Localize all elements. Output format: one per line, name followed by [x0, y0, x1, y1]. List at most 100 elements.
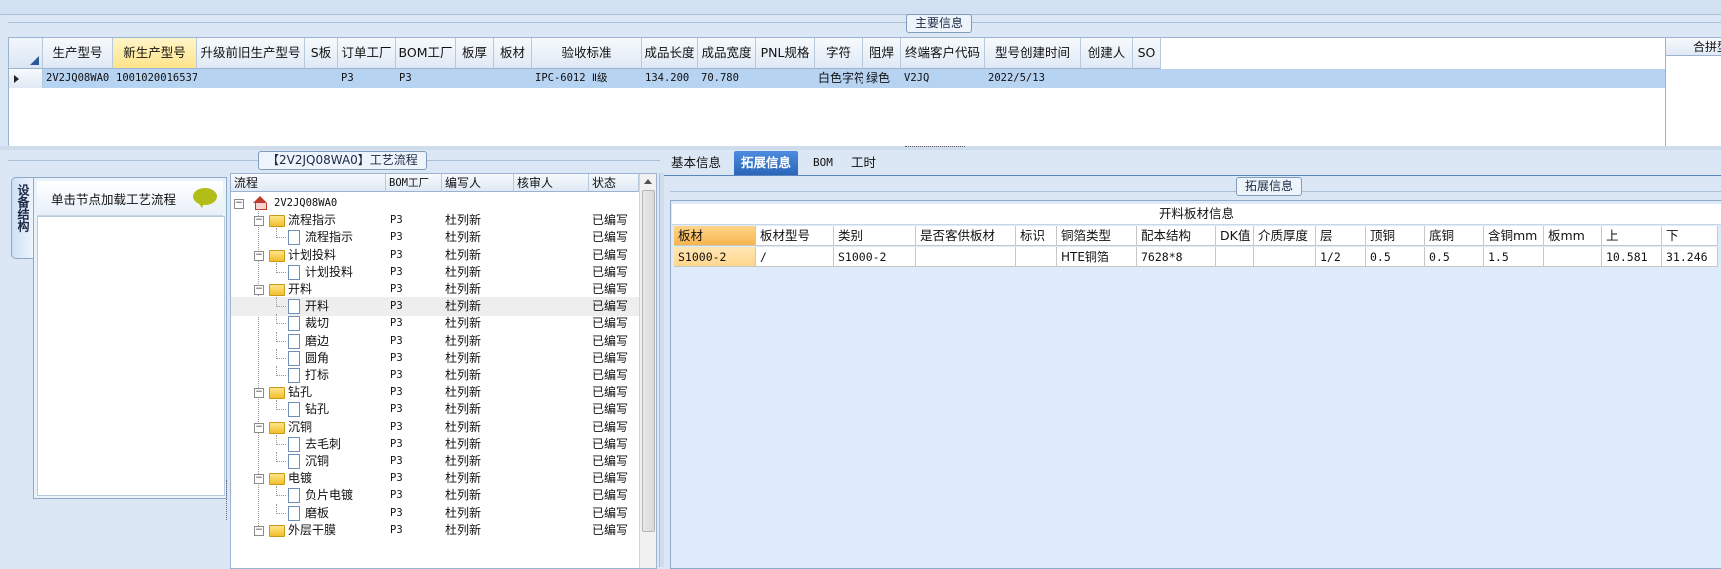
material-column-header[interactable]: DK值 [1216, 226, 1254, 246]
process-load-area[interactable] [37, 216, 225, 496]
column-header[interactable]: SO [1133, 38, 1161, 69]
material-column-header[interactable]: 是否客供板材 [916, 226, 1016, 246]
tree-column-header[interactable]: 核审人 [514, 174, 589, 192]
table-cell[interactable] [494, 69, 532, 88]
tree-node-label[interactable]: 开料 [288, 280, 312, 299]
middle-splitter[interactable] [659, 173, 664, 567]
table-cell[interactable] [456, 69, 494, 88]
tree-row[interactable]: 圆角 P3 杜列新 已编写 [231, 348, 639, 368]
column-header[interactable]: 成品宽度 [698, 38, 756, 69]
table-cell[interactable] [1081, 69, 1133, 88]
column-header[interactable]: 生产型号 [43, 38, 113, 69]
material-cell[interactable] [1216, 247, 1254, 267]
tree-row[interactable]: 打标 P3 杜列新 已编写 [231, 366, 639, 385]
table-cell[interactable] [756, 69, 815, 88]
table-cell[interactable]: P3 [338, 69, 396, 88]
collapse-icon[interactable]: − [234, 199, 244, 209]
tree-column-header[interactable]: 状态 [589, 174, 639, 192]
material-column-header[interactable]: 板mm [1544, 226, 1602, 246]
material-cell[interactable]: 0.5 [1366, 247, 1425, 267]
tree-row[interactable]: 裁切 P3 杜列新 已编写 [231, 314, 639, 333]
tab-bom[interactable]: BOM [806, 151, 840, 175]
tree-column-header[interactable]: 流程 [231, 174, 386, 192]
tree-node-label[interactable]: 沉铜 [305, 452, 329, 471]
material-cell[interactable]: / [756, 247, 834, 267]
tree-row[interactable]: − 计划投料 P3 杜列新 已编写 [231, 246, 639, 265]
column-header[interactable]: 字符 [815, 38, 863, 69]
tree-node-label[interactable]: 磨边 [305, 332, 329, 351]
collapse-icon[interactable]: − [254, 285, 264, 295]
material-cell[interactable] [1544, 247, 1602, 267]
material-column-header[interactable]: 含铜mm [1484, 226, 1544, 246]
column-header[interactable]: 验收标准 [532, 38, 642, 69]
tree-root-row[interactable]: − 2V2JQ08WA0 [231, 194, 639, 213]
column-header[interactable]: S板 [305, 38, 338, 69]
tree-column-header[interactable]: 编写人 [442, 174, 514, 192]
tree-vertical-scrollbar[interactable] [639, 174, 656, 568]
tree-row[interactable]: 去毛刺 P3 杜列新 已编写 [231, 434, 639, 454]
material-cell[interactable]: 1.5 [1484, 247, 1544, 267]
material-column-header[interactable]: 板材 [674, 226, 756, 246]
table-cell[interactable]: 白色字符 [815, 69, 863, 88]
collapse-icon[interactable]: − [254, 525, 264, 536]
tree-row[interactable]: − 电镀 P3 杜列新 已编写 [231, 469, 639, 488]
tree-node-label[interactable]: 电镀 [288, 469, 312, 488]
tree-row[interactable]: 流程指示 P3 杜列新 已编写 [231, 228, 639, 247]
material-cell[interactable]: HTE铜箔 [1057, 247, 1137, 267]
tab-extended-info[interactable]: 拓展信息 [734, 151, 799, 175]
column-header[interactable]: 订单工厂 [338, 38, 396, 69]
tree-column-header[interactable]: BOM工厂 [386, 174, 442, 192]
tree-node-label[interactable]: 钻孔 [288, 383, 312, 402]
tree-node-label[interactable]: 钻孔 [305, 400, 329, 419]
tree-row[interactable]: 计划投料 P3 杜列新 已编写 [231, 262, 639, 282]
grid-corner[interactable] [9, 38, 43, 69]
material-column-header[interactable]: 上 [1602, 226, 1662, 246]
table-cell[interactable]: 10010200165379 [113, 69, 197, 88]
tree-row[interactable]: 沉铜 P3 杜列新 已编写 [231, 452, 639, 471]
table-cell[interactable]: 134.200 [642, 69, 698, 88]
material-cell[interactable] [1016, 247, 1057, 267]
column-header[interactable]: BOM工厂 [396, 38, 456, 69]
material-cell[interactable]: 0.5 [1425, 247, 1484, 267]
material-cell[interactable]: 10.581 [1602, 247, 1662, 267]
tree-row[interactable]: − 沉铜 P3 杜列新 已编写 [231, 418, 639, 437]
table-cell[interactable]: 2022/5/13 [985, 69, 1081, 88]
tree-node-label[interactable]: 计划投料 [288, 246, 336, 265]
material-column-header[interactable]: 介质厚度 [1254, 226, 1316, 246]
tree-node-label[interactable]: 计划投料 [305, 263, 353, 282]
material-column-header[interactable]: 层 [1316, 226, 1366, 246]
material-column-header[interactable]: 类别 [834, 226, 916, 246]
column-header[interactable]: 升级前旧生产型号 [197, 38, 305, 69]
tree-row[interactable]: 磨板 P3 杜列新 已编写 [231, 503, 639, 523]
collapse-icon[interactable]: − [254, 422, 264, 433]
tree-row[interactable]: 负片电镀 P3 杜列新 已编写 [231, 486, 639, 505]
tab-basic-info[interactable]: 基本信息 [664, 151, 728, 175]
material-cell[interactable]: 7628*8 [1137, 247, 1216, 267]
table-cell[interactable]: P3 [396, 69, 456, 88]
tree-row[interactable]: 钻孔 P3 杜列新 已编写 [231, 400, 639, 419]
material-cell[interactable]: S1000-2 [674, 247, 756, 267]
tree-node-label[interactable]: 外层干膜 [288, 521, 336, 540]
tab-work-hours[interactable]: 工时 [844, 151, 883, 175]
column-header[interactable]: 新生产型号 [113, 38, 197, 69]
material-column-header[interactable]: 配本结构 [1137, 226, 1216, 246]
scroll-up-icon[interactable] [644, 179, 652, 184]
collapse-icon[interactable]: − [254, 474, 264, 485]
tree-row[interactable]: − 开料 P3 杜列新 已编写 [231, 280, 639, 299]
material-cell[interactable]: 1/2 [1316, 247, 1366, 267]
row-indicator[interactable] [9, 69, 43, 88]
tab-equipment-structure[interactable]: 设备结构 [11, 177, 34, 259]
collapse-icon[interactable]: − [254, 250, 264, 261]
column-header[interactable]: 板材 [494, 38, 532, 69]
material-column-header[interactable]: 底铜 [1425, 226, 1484, 246]
material-column-header[interactable]: 铜箔类型 [1057, 226, 1137, 246]
tree-node-label[interactable]: 负片电镀 [305, 486, 353, 505]
material-cell[interactable]: S1000-2 [834, 247, 916, 267]
tree-node-label[interactable]: 2V2JQ08WA0 [274, 194, 337, 213]
table-cell[interactable]: 70.780 [698, 69, 756, 88]
tree-row[interactable]: − 流程指示 P3 杜列新 已编写 [231, 211, 639, 230]
tree-row[interactable]: 磨边 P3 杜列新 已编写 [231, 331, 639, 351]
tree-node-label[interactable]: 去毛刺 [305, 435, 341, 454]
column-header[interactable]: 型号创建时间 [985, 38, 1081, 69]
speech-bubble-icon[interactable] [193, 188, 217, 208]
